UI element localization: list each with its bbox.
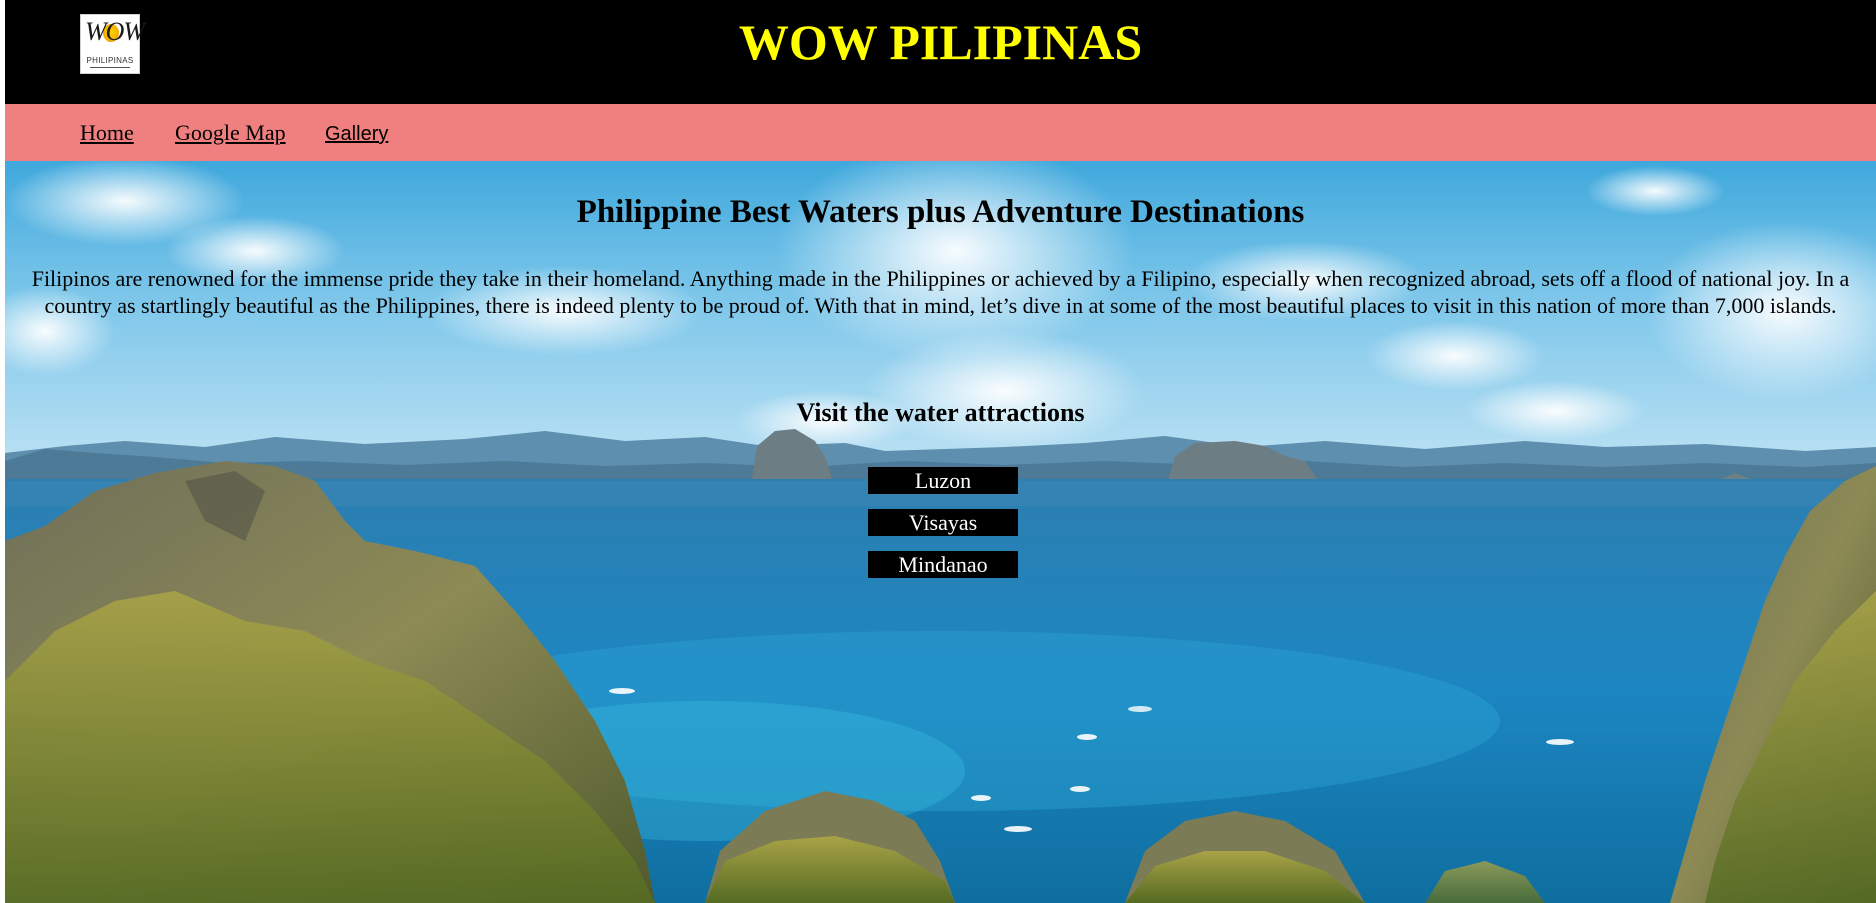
site-title: WOW PILIPINAS <box>738 14 1143 70</box>
hero-section: Philippine Best Waters plus Adventure De… <box>5 161 1876 903</box>
site-header: WOW PHILIPINAS WOW PILIPINAS <box>5 0 1876 104</box>
visayas-button[interactable]: Visayas <box>868 509 1018 536</box>
nav-google-map-link[interactable]: Google Map <box>175 120 286 146</box>
intro-paragraph: Filipinos are renowned for the immense p… <box>31 266 1850 318</box>
mindanao-button[interactable]: Mindanao <box>868 551 1018 578</box>
luzon-button[interactable]: Luzon <box>868 467 1018 494</box>
water-attractions-heading: Visit the water attractions <box>796 398 1085 427</box>
page-heading: Philippine Best Waters plus Adventure De… <box>576 194 1305 230</box>
nav-home-link[interactable]: Home <box>80 120 134 146</box>
nav-gallery-link[interactable]: Gallery <box>325 121 388 147</box>
page: WOW PHILIPINAS WOW PILIPINAS Home Google… <box>5 0 1876 903</box>
main-nav: Home Google Map Gallery <box>5 104 1876 161</box>
